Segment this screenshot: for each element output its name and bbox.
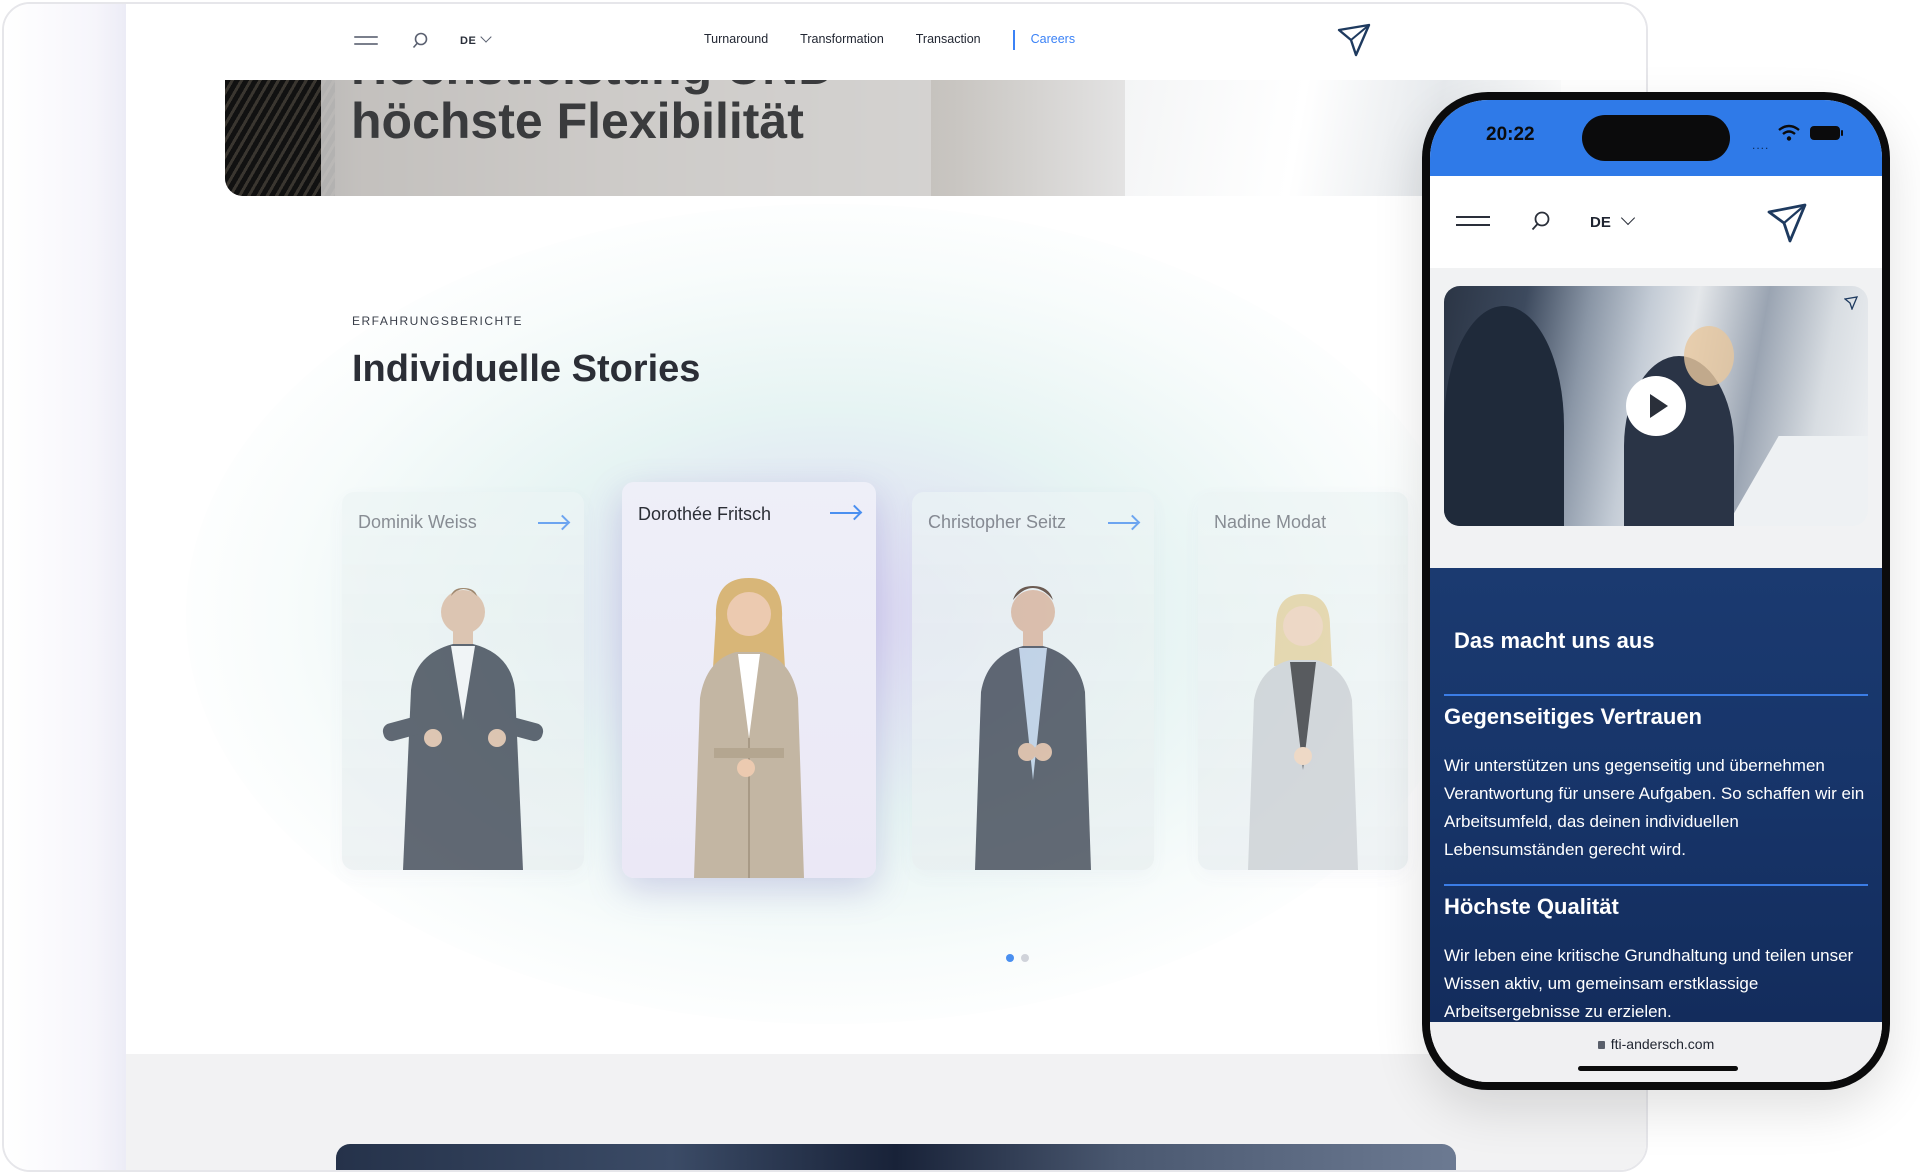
values-section: Das macht uns aus Gegenseitiges Vertraue…: [1430, 568, 1882, 1022]
phone-mockup: 20:22 .... DE Das macht uns aus Gegensei…: [1422, 92, 1890, 1090]
paper-plane-logo-icon: [1844, 296, 1858, 310]
wifi-icon: [1778, 124, 1800, 141]
carousel-pagination: [1006, 954, 1029, 962]
nav-link-turnaround[interactable]: Turnaround: [704, 32, 768, 50]
arrow-right-icon[interactable]: [830, 512, 860, 514]
arrow-right-icon[interactable]: [538, 522, 568, 524]
language-label: DE: [460, 35, 477, 47]
play-icon[interactable]: [1626, 376, 1686, 436]
next-section-image: [336, 1144, 1456, 1170]
chevron-down-icon: [480, 31, 492, 43]
paper-plane-logo-icon[interactable]: [1766, 202, 1808, 244]
desktop-page: DE Turnaround Transformation Transaction…: [126, 4, 1646, 1170]
stories-eyebrow: ERFAHRUNGSBERICHTE: [352, 314, 524, 328]
phone-top-nav: DE: [1430, 176, 1882, 268]
arrow-right-icon[interactable]: [1108, 522, 1138, 524]
story-card-name: Dominik Weiss: [358, 512, 477, 532]
home-indicator[interactable]: [1578, 1066, 1738, 1071]
person-portrait: [694, 578, 804, 878]
desktop-side-gradient: [4, 4, 126, 1170]
paper-plane-logo-icon[interactable]: [1336, 22, 1372, 58]
cellular-signal-icon: ....: [1752, 138, 1770, 152]
story-card-name: Nadine Modat: [1214, 512, 1327, 532]
dynamic-island: [1582, 115, 1730, 161]
browser-url-bar[interactable]: fti-andersch.com: [1430, 1022, 1882, 1082]
nav-link-careers[interactable]: Careers: [1031, 32, 1075, 50]
person-portrait: [1248, 594, 1358, 870]
values-title: Das macht uns aus: [1454, 628, 1655, 653]
story-card-dominik[interactable]: Dominik Weiss: [342, 492, 584, 870]
hamburger-icon[interactable]: [1456, 216, 1490, 228]
story-card-dorothee[interactable]: Dorothée Fritsch: [622, 482, 876, 878]
hamburger-icon[interactable]: [354, 36, 378, 46]
story-card-christopher[interactable]: Christopher Seitz: [912, 492, 1154, 870]
chevron-down-icon: [1620, 210, 1635, 226]
person-portrait: [382, 588, 544, 870]
pagination-dot-1[interactable]: [1006, 954, 1014, 962]
nav-link-transaction[interactable]: Transaction: [916, 32, 981, 50]
status-time: 20:22: [1486, 124, 1535, 145]
desktop-browser-frame: DE Turnaround Transformation Transaction…: [2, 2, 1648, 1172]
desktop-top-nav: DE Turnaround Transformation Transaction…: [126, 4, 1646, 80]
hero-title-line2: höchste Flexibilität: [351, 93, 804, 149]
story-card-name: Dorothée Fritsch: [638, 504, 772, 524]
story-card-nadine[interactable]: Nadine Modat: [1198, 492, 1408, 870]
hero-banner: Höchstleistung UND höchste Flexibilität: [225, 80, 1561, 196]
value-heading-quality: Höchste Qualität: [1444, 894, 1619, 919]
nav-link-transformation[interactable]: Transformation: [800, 32, 884, 50]
value-heading-trust: Gegenseitiges Vertrauen: [1444, 704, 1702, 729]
phone-status-bar: 20:22 ....: [1430, 100, 1882, 176]
person-portrait: [975, 586, 1091, 870]
value-text-quality: Wir leben eine kritische Grundhaltung un…: [1444, 946, 1854, 1021]
value-text-trust: Wir unterstützen uns gegenseitig und übe…: [1444, 756, 1865, 859]
nav-active-indicator: [1012, 30, 1015, 50]
video-thumbnail[interactable]: [1444, 286, 1868, 526]
divider: [1444, 884, 1868, 886]
divider: [1444, 694, 1868, 696]
video-figure-1: [1444, 306, 1564, 526]
phone-screen: 20:22 .... DE Das macht uns aus Gegensei…: [1430, 100, 1882, 1082]
video-section: [1430, 268, 1882, 568]
lock-icon: [1597, 1041, 1605, 1049]
stories-heading: Individuelle Stories: [352, 348, 701, 390]
primary-nav-links: Turnaround Transformation Transaction Ca…: [704, 30, 1075, 50]
search-icon[interactable]: [1530, 210, 1552, 232]
battery-icon: [1810, 126, 1843, 140]
story-card-name: Christopher Seitz: [928, 512, 1067, 532]
hero-dark-texture: [225, 80, 335, 196]
pagination-dot-2[interactable]: [1021, 954, 1029, 962]
language-selector[interactable]: DE: [460, 31, 492, 47]
video-figure-2-face: [1684, 326, 1734, 386]
search-icon[interactable]: [412, 31, 432, 51]
language-label: DE: [1590, 214, 1611, 231]
language-selector[interactable]: DE: [1590, 210, 1635, 231]
url-text: fti-andersch.com: [1610, 1036, 1715, 1052]
showcase-stage: DE Turnaround Transformation Transaction…: [0, 0, 1920, 1174]
url-display: fti-andersch.com: [1430, 1036, 1882, 1052]
